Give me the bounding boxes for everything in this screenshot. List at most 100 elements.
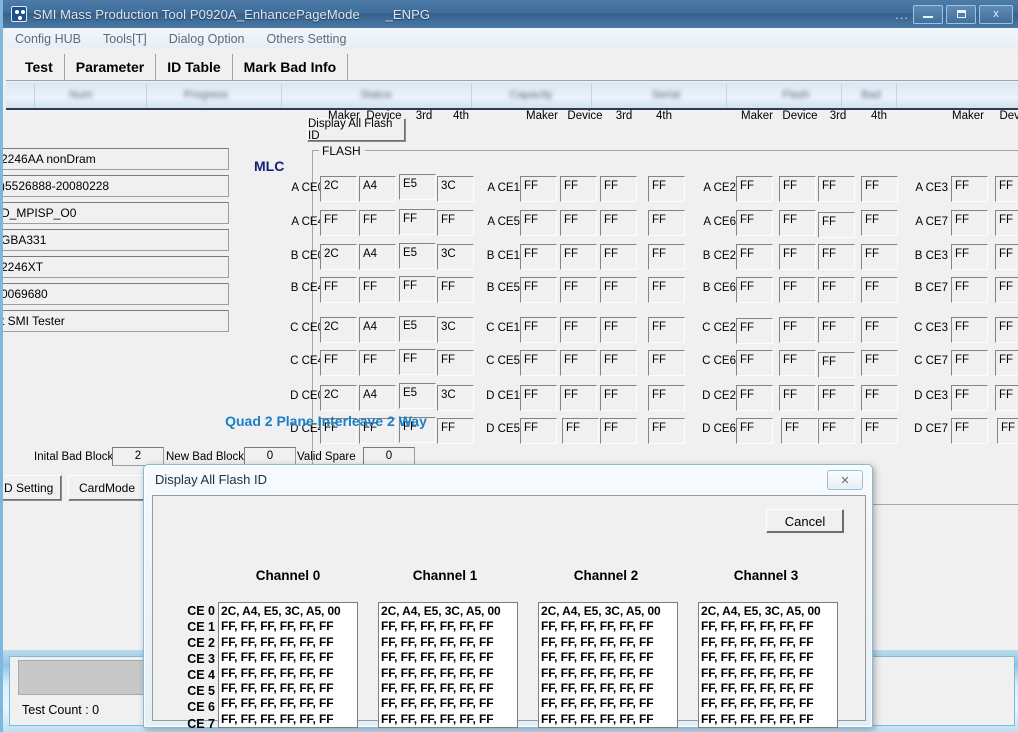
ch2-r4-maker[interactable]: FF: [736, 318, 773, 344]
ch2-r1-device[interactable]: FF: [779, 210, 816, 236]
dialog-channel-3-idbox[interactable]: 2C, A4, E5, 3C, A5, 00 FF, FF, FF, FF, F…: [698, 602, 838, 728]
tab-id-table[interactable]: ID Table: [156, 54, 233, 80]
ch0-r5-3rd[interactable]: FF: [399, 349, 436, 375]
menu-item-dialog-option[interactable]: Dialog Option: [169, 32, 245, 46]
ch3-r6-maker[interactable]: FF: [951, 385, 988, 411]
dialog-channel-1-idbox[interactable]: 2C, A4, E5, 3C, A5, 00 FF, FF, FF, FF, F…: [378, 602, 518, 728]
ch3-r5-maker[interactable]: FF: [951, 350, 988, 376]
ch2-r7-device[interactable]: FF: [781, 418, 818, 444]
ch1-r3-maker[interactable]: FF: [520, 277, 557, 303]
ch2-r3-device[interactable]: FF: [779, 277, 816, 303]
ch0-r1-3rd[interactable]: FF: [399, 209, 436, 235]
ch0-r4-maker[interactable]: 2C: [320, 317, 357, 343]
ch2-r3-3rd[interactable]: FF: [818, 277, 855, 303]
ch3-r5-device[interactable]: FF: [995, 350, 1018, 376]
ch0-r3-maker[interactable]: FF: [320, 277, 357, 303]
ch1-r7-3rd[interactable]: FF: [600, 418, 637, 444]
ch1-r4-3rd[interactable]: FF: [600, 317, 637, 343]
ch0-r0-3rd[interactable]: E5: [399, 174, 436, 200]
ch1-r5-3rd[interactable]: FF: [600, 350, 637, 376]
ch1-r2-maker[interactable]: FF: [520, 244, 557, 270]
menu-item-others-setting[interactable]: Others Setting: [267, 32, 347, 46]
maximize-button[interactable]: [946, 4, 976, 24]
ch3-r3-maker[interactable]: FF: [951, 277, 988, 303]
ch1-r6-maker[interactable]: FF: [520, 385, 557, 411]
ch0-r5-device[interactable]: FF: [359, 350, 396, 376]
info-field-serial[interactable]: 0069680: [3, 283, 229, 305]
dialog-channel-0-idbox[interactable]: 2C, A4, E5, 3C, A5, 00 FF, FF, FF, FF, F…: [218, 602, 358, 728]
ch2-r2-maker[interactable]: FF: [736, 244, 773, 270]
menu-item-tools[interactable]: Tools[T]: [103, 32, 147, 46]
dialog-close-button[interactable]: ✕: [827, 470, 863, 490]
ch0-r6-3rd[interactable]: E5: [399, 383, 436, 409]
ch3-r1-device[interactable]: FF: [995, 210, 1018, 236]
tab-mark-bad-info[interactable]: Mark Bad Info: [232, 54, 349, 80]
ch2-r5-device[interactable]: FF: [779, 350, 816, 376]
dialog-channel-2-idbox[interactable]: 2C, A4, E5, 3C, A5, 00 FF, FF, FF, FF, F…: [538, 602, 678, 728]
ch2-r6-3rd[interactable]: FF: [818, 385, 855, 411]
ch0-r1-device[interactable]: FF: [359, 210, 396, 236]
ch0-r3-device[interactable]: FF: [359, 277, 396, 303]
info-field-tester[interactable]: t SMI Tester: [3, 310, 229, 332]
ch0-r2-3rd[interactable]: E5: [399, 243, 436, 269]
ch2-r2-device[interactable]: FF: [779, 244, 816, 270]
close-button[interactable]: x: [979, 4, 1013, 24]
ch3-r1-maker[interactable]: FF: [951, 210, 988, 236]
ch1-r0-3rd[interactable]: FF: [600, 176, 637, 202]
ch1-r7-maker[interactable]: FF: [520, 418, 557, 444]
ch1-r3-3rd[interactable]: FF: [600, 277, 637, 303]
cardmode-button[interactable]: CardMode: [68, 475, 146, 501]
ch1-r1-3rd[interactable]: FF: [600, 210, 637, 236]
ch1-r1-device[interactable]: FF: [560, 210, 597, 236]
ch2-r6-maker[interactable]: FF: [736, 385, 773, 411]
ch3-r7-maker[interactable]: FF: [951, 418, 988, 444]
info-field-code[interactable]: GBA331: [3, 229, 229, 251]
tab-test[interactable]: Test: [14, 54, 65, 80]
ch1-r0-maker[interactable]: FF: [520, 176, 557, 202]
info-field-controller[interactable]: 2246AA nonDram: [3, 148, 229, 170]
ch3-r2-maker[interactable]: FF: [951, 244, 988, 270]
ch2-r5-maker[interactable]: FF: [736, 350, 773, 376]
ch1-r0-device[interactable]: FF: [560, 176, 597, 202]
ch1-r2-3rd[interactable]: FF: [600, 244, 637, 270]
id-setting-button[interactable]: ID Setting: [3, 475, 62, 501]
dialog-cancel-button[interactable]: Cancel: [766, 509, 844, 533]
info-field-model[interactable]: 2246XT: [3, 256, 229, 278]
ch0-r2-device[interactable]: A4: [359, 244, 396, 270]
ch3-r7-device[interactable]: FF: [997, 418, 1018, 444]
ch3-r2-device[interactable]: FF: [995, 244, 1018, 270]
ch2-r1-maker[interactable]: FF: [736, 210, 773, 236]
ch0-r0-device[interactable]: A4: [359, 176, 396, 202]
ch2-r0-device[interactable]: FF: [779, 176, 816, 202]
ch1-r7-device[interactable]: FF: [562, 418, 599, 444]
ch2-r0-maker[interactable]: FF: [736, 176, 773, 202]
ch3-r6-device[interactable]: FF: [995, 385, 1018, 411]
ch0-r2-maker[interactable]: 2C: [320, 244, 357, 270]
ch0-r6-device[interactable]: A4: [359, 385, 396, 411]
ch2-r4-3rd[interactable]: FF: [818, 317, 855, 343]
ch1-r5-maker[interactable]: FF: [520, 350, 557, 376]
ch2-r0-3rd[interactable]: FF: [818, 176, 855, 202]
ch1-r2-device[interactable]: FF: [560, 244, 597, 270]
ch1-r6-device[interactable]: FF: [560, 385, 597, 411]
ch1-r3-device[interactable]: FF: [560, 277, 597, 303]
minimize-button[interactable]: [913, 4, 943, 24]
menu-item-config-hub[interactable]: Config HUB: [15, 32, 81, 46]
ch3-r0-maker[interactable]: FF: [951, 176, 988, 202]
ch3-r3-device[interactable]: FF: [995, 277, 1018, 303]
ch2-r7-3rd[interactable]: FF: [818, 418, 855, 444]
ch1-r1-maker[interactable]: FF: [520, 210, 557, 236]
ch0-r1-maker[interactable]: FF: [320, 210, 357, 236]
ch1-r4-maker[interactable]: FF: [520, 317, 557, 343]
ch1-r6-3rd[interactable]: FF: [600, 385, 637, 411]
ch3-r4-maker[interactable]: FF: [951, 317, 988, 343]
ch0-r4-3rd[interactable]: E5: [399, 316, 436, 342]
ch2-r2-3rd[interactable]: FF: [818, 244, 855, 270]
ch2-r4-device[interactable]: FF: [779, 317, 816, 343]
info-field-firmware[interactable]: )5526888-20080228: [3, 175, 229, 197]
ch0-r5-maker[interactable]: FF: [320, 350, 357, 376]
info-field-isp[interactable]: D_MPISP_O0: [3, 202, 229, 224]
ch0-r0-maker[interactable]: 2C: [320, 176, 357, 202]
ch2-r3-maker[interactable]: FF: [736, 277, 773, 303]
ch3-r4-device[interactable]: FF: [995, 317, 1018, 343]
